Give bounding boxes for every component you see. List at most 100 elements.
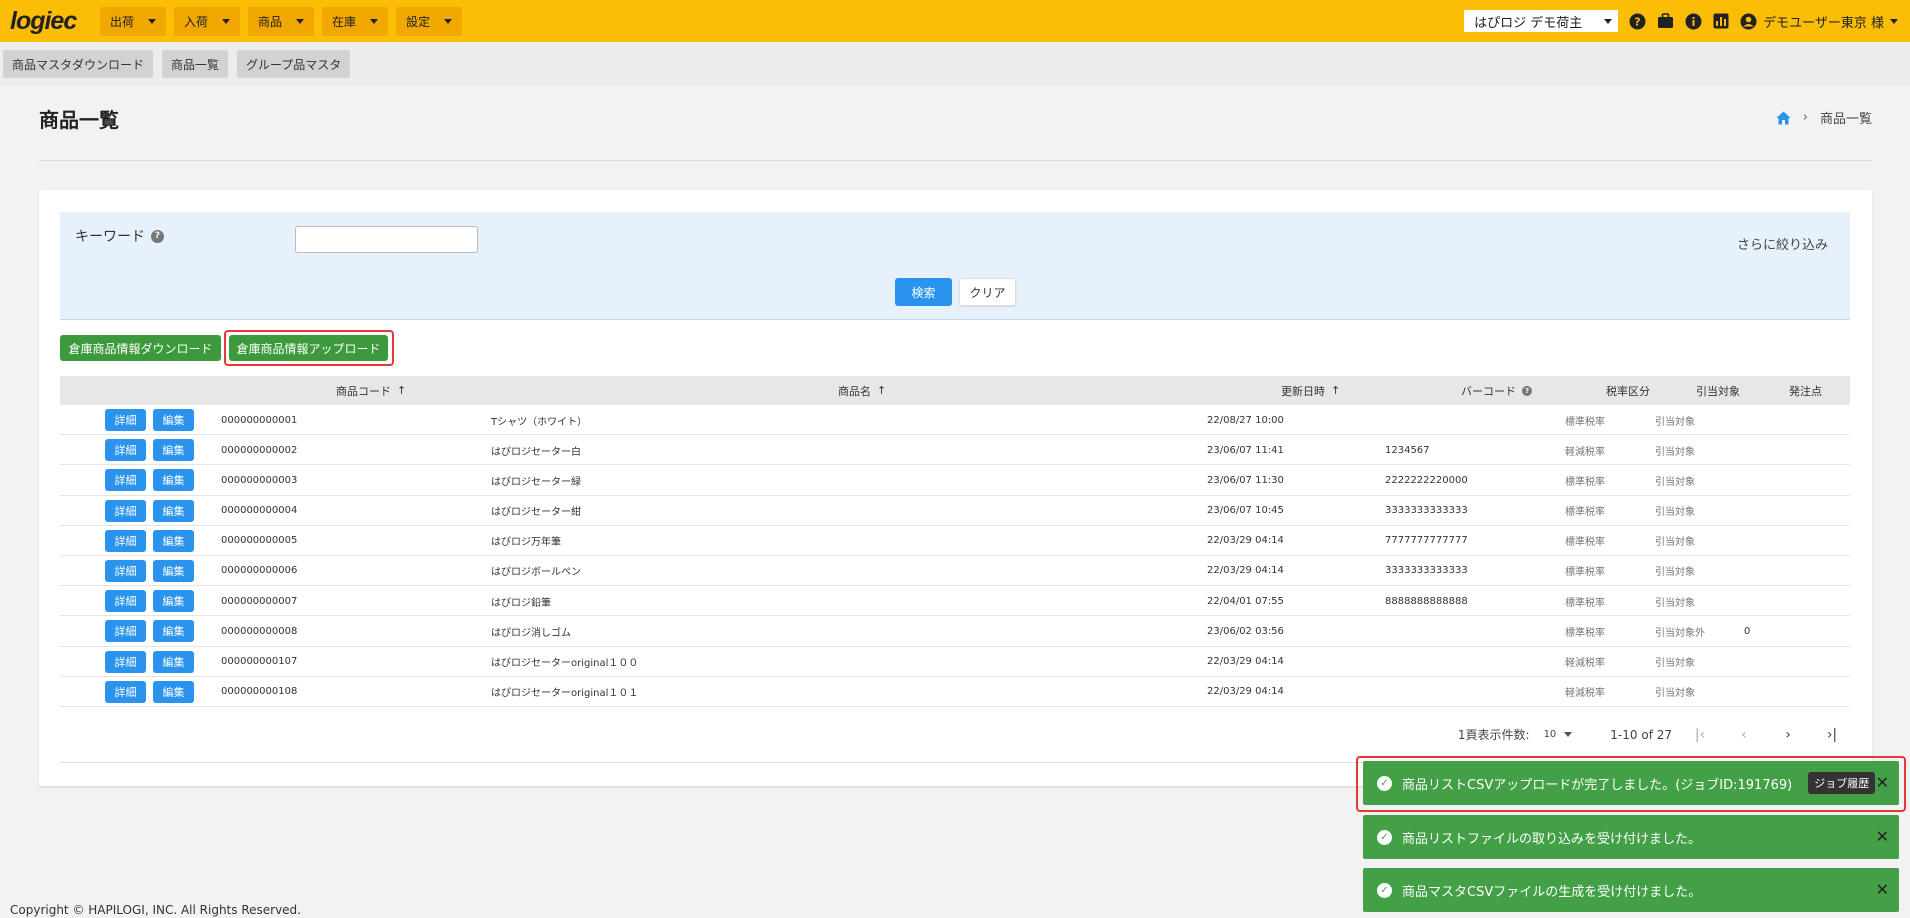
header-label: バーコード — [1461, 384, 1516, 398]
table-row: 詳細 編集 000000000108 はぴロジセーターoriginal１０１ 22/03… — [60, 677, 1850, 707]
sort-arrow-icon: ↑ — [1331, 384, 1341, 397]
shipper-select[interactable]: はぴロジ デモ荷主 — [1464, 10, 1619, 32]
cell-updated: 23/06/02 03:56 — [1207, 625, 1284, 637]
cell-alloc: 引当対象 — [1655, 688, 1695, 700]
table-row: 詳細 編集 000000000007 はぴロジ鉛筆 22/04/01 07:55 8888… — [60, 586, 1850, 617]
prev-page-icon[interactable]: ‹ — [1722, 727, 1766, 743]
header-updated[interactable]: 更新日時 ↑ — [1281, 376, 1340, 405]
cell-updated: 22/08/27 10:00 — [1207, 414, 1284, 426]
detail-button[interactable]: 詳細 — [105, 650, 146, 673]
detail-button[interactable]: 詳細 — [105, 409, 146, 431]
header-reorder: 発注点 — [1789, 376, 1822, 405]
product-list-card: キーワード ? さらに絞り込み 検索 クリア 倉庫商品情報ダウンロード 倉庫商品… — [39, 190, 1872, 786]
edit-button[interactable]: 編集 — [153, 590, 194, 613]
cell-code: 000000000006 — [221, 565, 298, 577]
cell-tax: 標準税率 — [1565, 567, 1605, 579]
nav-shipping[interactable]: 出荷 — [100, 6, 167, 36]
first-page-icon[interactable]: |‹ — [1678, 727, 1722, 743]
close-icon[interactable]: ✕ — [1876, 880, 1889, 899]
user-menu[interactable]: デモユーザー東京 様 — [1740, 12, 1898, 31]
edit-button[interactable]: 編集 — [153, 680, 194, 703]
top-bar: logiec 出荷 入荷 商品 在庫 設定 はぴロジ デモ荷主 ? デモユーザー… — [0, 0, 1910, 42]
briefcase-icon[interactable] — [1656, 12, 1674, 30]
detail-button[interactable]: 詳細 — [105, 499, 146, 522]
breadcrumb: › 商品一覧 — [1776, 108, 1872, 127]
cell-code: 000000000007 — [221, 595, 298, 607]
cell-tax: 標準税率 — [1565, 627, 1605, 639]
table-row: 詳細 編集 000000000002 はぴロジセーター白 23/06/07 11:41 1… — [60, 435, 1850, 466]
pagination: 1頁表示件数: 10 1-10 of 27 |‹ ‹ › ›| — [1458, 726, 1854, 743]
next-page-icon[interactable]: › — [1766, 727, 1810, 743]
cell-alloc: 引当対象 — [1655, 476, 1695, 488]
cell-alloc: 引当対象 — [1655, 567, 1695, 579]
cell-name: Tシャツ（ホワイト） — [491, 416, 588, 428]
warehouse-download-button[interactable]: 倉庫商品情報ダウンロード — [60, 335, 221, 361]
nav-receiving[interactable]: 入荷 — [174, 6, 241, 36]
help-icon[interactable]: ? — [1522, 385, 1532, 396]
header-name[interactable]: 商品名 ↑ — [838, 376, 886, 405]
edit-button[interactable]: 編集 — [153, 469, 194, 492]
more-filters-link[interactable]: さらに絞り込み — [1737, 234, 1828, 253]
detail-button[interactable]: 詳細 — [105, 590, 146, 613]
last-page-icon[interactable]: ›| — [1810, 727, 1854, 743]
search-button[interactable]: 検索 — [895, 278, 952, 306]
help-icon[interactable]: ? — [1628, 12, 1646, 30]
logo[interactable]: logiec — [10, 7, 90, 36]
cell-updated: 23/06/07 11:41 — [1207, 444, 1284, 456]
detail-button[interactable]: 詳細 — [105, 680, 146, 703]
info-icon[interactable] — [1684, 12, 1702, 30]
detail-button[interactable]: 詳細 — [105, 439, 146, 462]
sort-arrow-icon: ↑ — [877, 384, 887, 397]
job-history-button[interactable]: ジョブ履歴 — [1808, 772, 1876, 794]
edit-button[interactable]: 編集 — [153, 529, 194, 552]
rows-per-page-select[interactable]: 10 — [1544, 729, 1573, 740]
toast-generation-accepted: ✓ 商品マスタCSVファイルの生成を受け付けました。 ✕ — [1363, 868, 1899, 912]
edit-button[interactable]: 編集 — [153, 620, 194, 643]
sort-arrow-icon: ↑ — [397, 384, 407, 397]
account-icon — [1740, 13, 1757, 29]
detail-button[interactable]: 詳細 — [105, 529, 146, 552]
header-label: 商品名 — [838, 384, 871, 398]
rows-per-page-value: 10 — [1543, 729, 1557, 740]
close-icon[interactable]: ✕ — [1876, 827, 1889, 846]
nav-label: 商品 — [258, 14, 283, 29]
header-label: 発注点 — [1789, 384, 1822, 398]
nav-products[interactable]: 商品 — [248, 6, 315, 36]
edit-button[interactable]: 編集 — [153, 650, 194, 673]
keyword-label: キーワード ? — [75, 226, 164, 246]
subnav-product-list[interactable]: 商品一覧 — [162, 50, 229, 78]
cell-code: 000000000108 — [221, 686, 298, 698]
highlight-box — [224, 330, 394, 366]
help-icon[interactable]: ? — [151, 229, 164, 243]
cell-updated: 22/03/29 04:14 — [1207, 535, 1284, 547]
copyright: Copyright © HAPILOGI, INC. All Rights Re… — [10, 903, 301, 917]
subnav-master-download[interactable]: 商品マスタダウンロード — [3, 50, 154, 78]
nav-label: 在庫 — [332, 14, 357, 29]
nav-settings[interactable]: 設定 — [396, 6, 463, 36]
cell-alloc: 引当対象 — [1655, 507, 1695, 519]
close-icon[interactable]: ✕ — [1876, 773, 1889, 792]
detail-button[interactable]: 詳細 — [105, 559, 146, 582]
chevron-down-icon — [1604, 18, 1613, 24]
table-body: 詳細 編集 000000000001 Tシャツ（ホワイト） 22/08/27 10:00… — [60, 405, 1850, 707]
nav-label: 入荷 — [184, 14, 209, 29]
subnav-group-master[interactable]: グループ品マスタ — [237, 50, 351, 78]
keyword-input[interactable] — [295, 226, 478, 253]
edit-button[interactable]: 編集 — [153, 439, 194, 462]
cell-alloc: 引当対象 — [1655, 597, 1695, 609]
cell-name: はぴロジ万年筆 — [491, 537, 561, 549]
clear-button[interactable]: クリア — [959, 278, 1016, 306]
nav-inventory[interactable]: 在庫 — [322, 6, 389, 36]
cell-tax: 軽減税率 — [1565, 688, 1605, 700]
keyword-label-text: キーワード — [75, 229, 145, 245]
chart-icon[interactable] — [1712, 12, 1730, 30]
header-code[interactable]: 商品コード ↑ — [336, 376, 406, 405]
edit-button[interactable]: 編集 — [153, 559, 194, 582]
main-nav: 出荷 入荷 商品 在庫 設定 — [100, 6, 463, 36]
detail-button[interactable]: 詳細 — [105, 469, 146, 492]
home-icon[interactable] — [1776, 111, 1791, 125]
edit-button[interactable]: 編集 — [153, 409, 194, 431]
table-row: 詳細 編集 000000000006 はぴロジボールペン 22/03/29 04:14 3… — [60, 556, 1850, 587]
detail-button[interactable]: 詳細 — [105, 620, 146, 643]
edit-button[interactable]: 編集 — [153, 499, 194, 522]
